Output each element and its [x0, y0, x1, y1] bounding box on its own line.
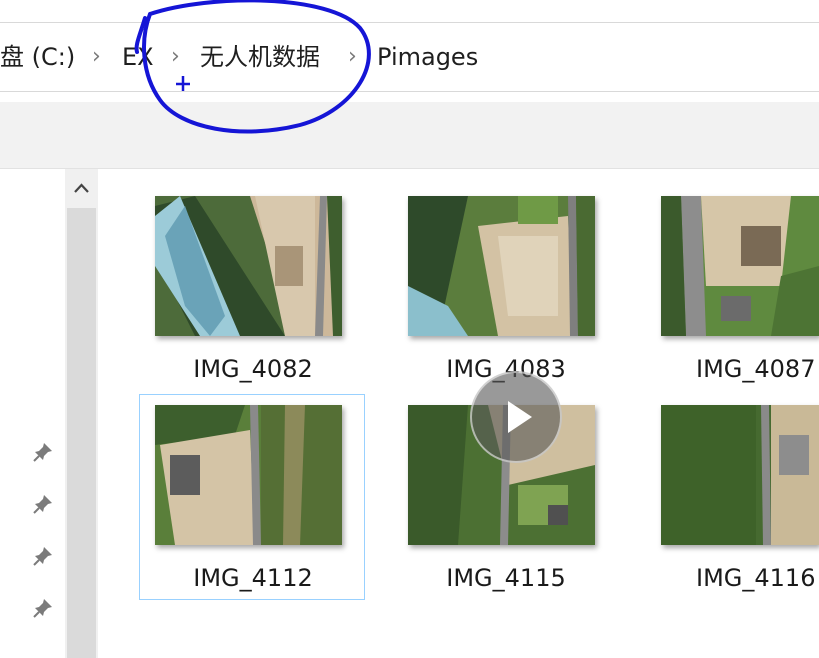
- chevron-right-icon[interactable]: ›: [348, 41, 357, 73]
- thumbnail-image[interactable]: [661, 196, 819, 336]
- address-bar[interactable]: 盘 (C:) › EX › 无人机数据 › Pimages: [0, 22, 819, 92]
- file-name[interactable]: IMG_4087: [644, 354, 819, 384]
- thumbnail-image[interactable]: [155, 405, 342, 545]
- file-name[interactable]: IMG_4082: [138, 354, 368, 384]
- title-strip: [0, 0, 819, 22]
- file-name[interactable]: IMG_4112: [138, 563, 368, 593]
- chevron-right-icon[interactable]: ›: [92, 41, 101, 73]
- file-name[interactable]: IMG_4115: [391, 563, 621, 593]
- thumbnail-image[interactable]: [408, 196, 595, 336]
- pin-icon[interactable]: [32, 441, 54, 463]
- breadcrumb-ex[interactable]: EX: [122, 41, 154, 73]
- pin-icon[interactable]: [32, 493, 54, 515]
- pin-icon[interactable]: [32, 545, 54, 567]
- play-icon[interactable]: [470, 371, 562, 463]
- breadcrumb-pimages[interactable]: Pimages: [377, 41, 478, 73]
- toolbar: [0, 102, 819, 169]
- pin-icon[interactable]: [32, 597, 54, 619]
- breadcrumb-drone-data[interactable]: 无人机数据: [200, 41, 320, 73]
- file-name[interactable]: IMG_4116: [644, 563, 819, 593]
- breadcrumb-drive[interactable]: 盘 (C:): [0, 41, 75, 73]
- chevron-right-icon[interactable]: ›: [171, 41, 180, 73]
- scrollbar-thumb[interactable]: [67, 208, 96, 658]
- thumbnail-image[interactable]: [155, 196, 342, 336]
- chevron-up-icon[interactable]: [65, 172, 98, 204]
- thumbnail-image[interactable]: [661, 405, 819, 545]
